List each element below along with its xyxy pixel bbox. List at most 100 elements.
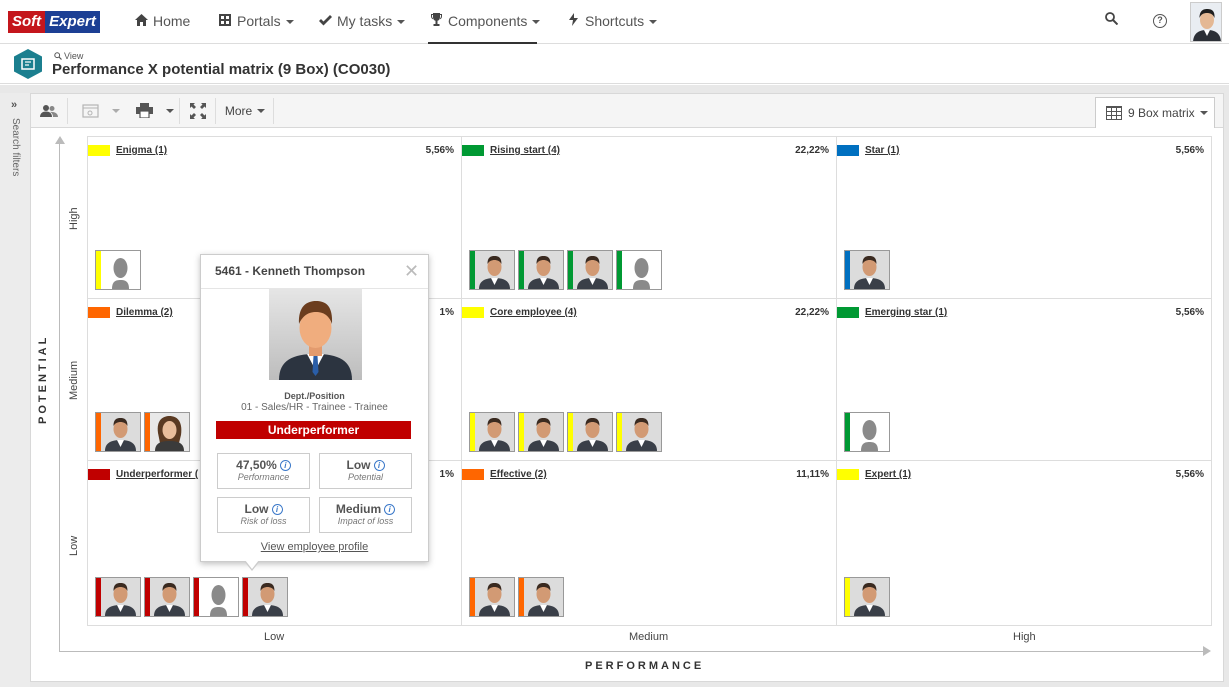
category-name-link[interactable]: Core employee (4) xyxy=(490,307,577,318)
info-icon[interactable]: i xyxy=(279,460,291,471)
export-icon xyxy=(81,103,99,118)
matrix-cell: Star (1) 5,56% xyxy=(837,137,1211,299)
employee-thumbnail[interactable] xyxy=(469,250,515,290)
employee-thumbnail[interactable] xyxy=(844,412,890,452)
chevron-down-icon xyxy=(112,108,120,113)
user-avatar[interactable] xyxy=(1190,2,1222,42)
employee-thumbnail[interactable] xyxy=(616,412,662,452)
employee-photo-list xyxy=(844,250,893,290)
employee-thumbnail[interactable] xyxy=(95,577,141,617)
x-axis-label: PERFORMANCE xyxy=(585,660,705,672)
employee-thumbnail[interactable] xyxy=(518,250,564,290)
popup-pointer-inner xyxy=(245,560,259,569)
employee-thumbnail[interactable] xyxy=(144,577,190,617)
category-name-link[interactable]: Underperformer ( xyxy=(116,469,198,480)
chevron-down-icon xyxy=(397,20,406,25)
employee-thumbnail[interactable] xyxy=(518,412,564,452)
employee-photo-list xyxy=(469,412,665,452)
nav-portals-label: Portals xyxy=(237,13,281,29)
employee-thumbnail[interactable] xyxy=(193,577,239,617)
employee-thumbnail[interactable] xyxy=(616,250,662,290)
category-color-swatch xyxy=(837,469,859,480)
cell-header: Core employee (4) 22,22% xyxy=(462,307,836,319)
col-label-medium: Medium xyxy=(629,631,669,643)
search-icon[interactable] xyxy=(1102,12,1120,30)
employee-thumbnail[interactable] xyxy=(518,577,564,617)
nav-my-tasks-label: My tasks xyxy=(337,13,393,29)
print-button[interactable] xyxy=(129,94,159,127)
dept-position-label: Dept./Position xyxy=(284,391,345,401)
info-icon[interactable]: i xyxy=(271,504,283,515)
toolbar-separator xyxy=(215,98,216,124)
cell-header: Enigma (1) 5,56% xyxy=(88,145,461,157)
category-name-link[interactable]: Dilemma (2) xyxy=(116,307,173,318)
more-button[interactable]: More xyxy=(219,94,271,127)
matrix-cell: Rising start (4) 22,22% xyxy=(462,137,837,299)
view-employee-profile-link[interactable]: View employee profile xyxy=(201,541,428,553)
top-navigation: Soft Expert Home Portals My tasks Compon… xyxy=(0,0,1229,44)
export-dropdown[interactable] xyxy=(109,94,123,127)
category-name-link[interactable]: Enigma (1) xyxy=(116,145,167,156)
print-dropdown[interactable] xyxy=(163,94,177,127)
employee-thumbnail[interactable] xyxy=(144,412,190,452)
nav-shortcuts[interactable]: Shortcuts xyxy=(565,0,658,44)
employee-thumbnail[interactable] xyxy=(844,250,890,290)
info-icon[interactable]: i xyxy=(373,460,385,471)
nav-home[interactable]: Home xyxy=(133,0,190,44)
category-badge: Underperformer xyxy=(216,421,411,439)
category-color-swatch xyxy=(837,307,859,318)
chevron-down-icon xyxy=(532,20,541,25)
category-percentage: 22,22% xyxy=(795,307,829,318)
category-name-link[interactable]: Rising start (4) xyxy=(490,145,560,156)
employee-thumbnail[interactable] xyxy=(95,250,141,290)
metric-performance: 47,50% i Performance xyxy=(217,453,310,489)
category-percentage: 1% xyxy=(439,469,454,480)
help-icon[interactable]: ? xyxy=(1151,12,1169,30)
employee-thumbnail[interactable] xyxy=(95,412,141,452)
employee-thumbnail[interactable] xyxy=(469,412,515,452)
search-filters-panel[interactable]: » Search filters xyxy=(0,93,30,687)
category-color-swatch xyxy=(462,145,484,156)
col-label-low: Low xyxy=(264,631,285,643)
view-9box-tab[interactable]: 9 Box matrix xyxy=(1095,97,1215,128)
employee-thumbnail[interactable] xyxy=(567,250,613,290)
employee-thumbnail[interactable] xyxy=(469,577,515,617)
metric-potential-label: Potential xyxy=(347,472,384,482)
category-name-link[interactable]: Star (1) xyxy=(865,145,899,156)
x-axis-line xyxy=(59,651,1209,652)
category-percentage: 5,56% xyxy=(1175,307,1204,318)
category-name-link[interactable]: Expert (1) xyxy=(865,469,911,480)
cell-header: Rising start (4) 22,22% xyxy=(462,145,836,157)
category-name-link[interactable]: Emerging star (1) xyxy=(865,307,947,318)
view-9box-label: 9 Box matrix xyxy=(1128,106,1195,120)
nav-portals[interactable]: Portals xyxy=(217,0,294,44)
info-icon[interactable]: i xyxy=(384,504,396,515)
employee-thumbnail[interactable] xyxy=(242,577,288,617)
metric-impact-value: Medium xyxy=(335,502,382,516)
chevron-down-icon xyxy=(166,108,174,113)
logo-expert: Expert xyxy=(45,11,100,33)
category-name-link[interactable]: Effective (2) xyxy=(490,469,547,480)
employee-popup: 5461 - Kenneth Thompson ✕ Dept./Position… xyxy=(200,254,429,562)
employee-thumbnail[interactable] xyxy=(844,577,890,617)
more-label: More xyxy=(224,103,253,118)
people-button[interactable] xyxy=(31,94,67,127)
export-button[interactable] xyxy=(75,94,105,127)
nav-components-label: Components xyxy=(448,13,528,29)
employee-thumbnail[interactable] xyxy=(567,412,613,452)
fullscreen-button[interactable] xyxy=(183,94,213,127)
category-color-swatch xyxy=(88,469,110,480)
metric-potential: Low i Potential xyxy=(319,453,412,489)
close-icon[interactable]: ✕ xyxy=(404,261,419,282)
employee-photo-list xyxy=(95,577,291,617)
cell-header: Effective (2) 11,11% xyxy=(462,469,836,481)
expand-chevron-icon[interactable]: » xyxy=(11,99,17,111)
employee-photo-list xyxy=(844,577,893,617)
page-header: View Performance X potential matrix (9 B… xyxy=(0,44,1229,84)
nav-components[interactable]: Components xyxy=(428,0,541,44)
softexpert-logo[interactable]: Soft Expert xyxy=(8,11,100,33)
nav-my-tasks[interactable]: My tasks xyxy=(317,0,406,44)
metric-impact-of-loss: Medium i Impact of loss xyxy=(319,497,412,533)
metric-risk-of-loss: Low i Risk of loss xyxy=(217,497,310,533)
employee-photo-list xyxy=(844,412,893,452)
